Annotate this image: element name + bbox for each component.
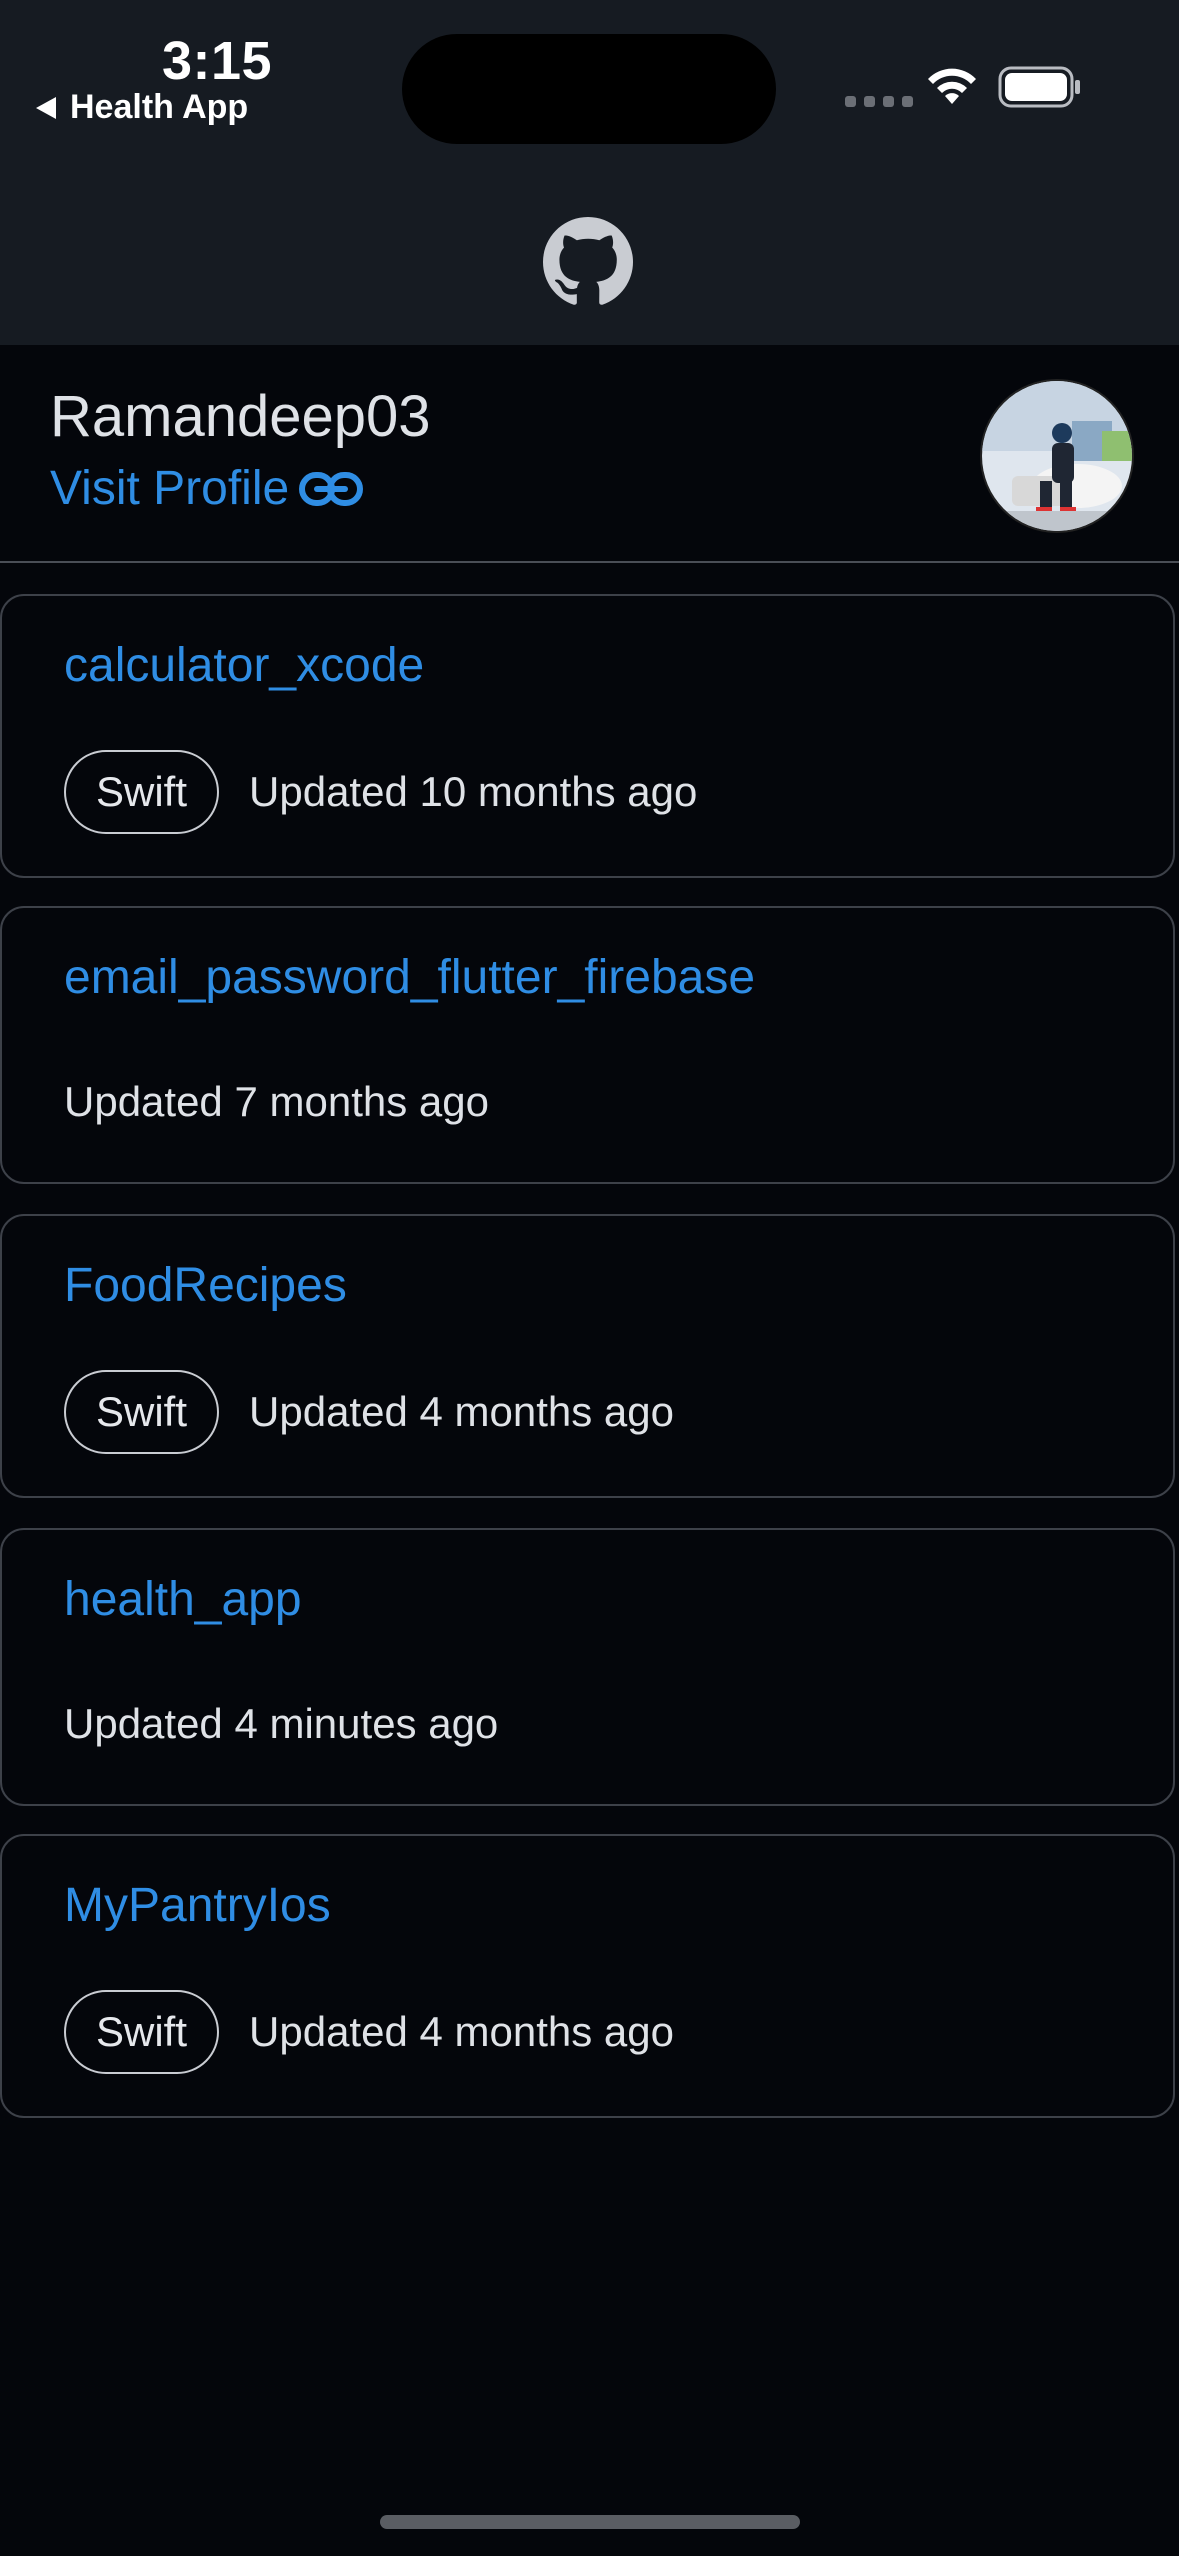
visit-profile-label: Visit Profile xyxy=(50,462,290,515)
repo-name[interactable]: FoodRecipes xyxy=(64,1258,347,1313)
repo-card[interactable]: email_password_flutter_firebase Updated … xyxy=(0,906,1175,1184)
repo-meta: Swift Updated 4 months ago xyxy=(64,1370,674,1454)
repo-meta: Updated 4 minutes ago xyxy=(64,1700,498,1748)
cellular-signal-icon xyxy=(845,96,913,107)
repo-updated: Updated 4 minutes ago xyxy=(64,1700,499,1747)
repo-updated: Updated 7 months ago xyxy=(64,1078,489,1125)
dynamic-island xyxy=(402,34,776,144)
username: Ramandeep03 xyxy=(50,384,431,449)
github-icon xyxy=(543,217,633,305)
profile-header: Ramandeep03 Visit Profile xyxy=(0,345,1179,563)
repo-card[interactable]: FoodRecipes Swift Updated 4 months ago xyxy=(0,1214,1175,1498)
repo-name[interactable]: MyPantryIos xyxy=(64,1878,331,1933)
repo-card[interactable]: calculator_xcode Swift Updated 10 months… xyxy=(0,594,1175,878)
back-arrow-icon xyxy=(36,96,56,119)
repo-card[interactable]: MyPantryIos Swift Updated 4 months ago xyxy=(0,1834,1175,2118)
top-bar: 3:15 Health App xyxy=(0,0,1179,345)
repo-updated: Updated 10 months ago xyxy=(249,768,698,815)
visit-profile-link[interactable]: Visit Profile xyxy=(50,461,364,516)
repo-updated: Updated 4 months ago xyxy=(249,2008,674,2055)
repo-meta: Updated 7 months ago xyxy=(64,1078,489,1126)
language-badge: Swift xyxy=(64,750,220,834)
status-time: 3:15 xyxy=(162,31,273,91)
avatar[interactable] xyxy=(980,379,1134,533)
repo-card[interactable]: health_app Updated 4 minutes ago xyxy=(0,1528,1175,1806)
language-badge: Swift xyxy=(64,1370,220,1454)
battery-icon xyxy=(998,66,1080,108)
back-to-app-link[interactable]: Health App xyxy=(36,88,248,127)
link-icon xyxy=(299,471,364,506)
repo-meta: Swift Updated 10 months ago xyxy=(64,750,697,834)
back-app-label: Health App xyxy=(70,88,249,126)
repo-name[interactable]: email_password_flutter_firebase xyxy=(64,950,755,1005)
home-indicator[interactable] xyxy=(380,2515,800,2529)
repo-meta: Swift Updated 4 months ago xyxy=(64,1990,674,2074)
repo-updated: Updated 4 months ago xyxy=(249,1388,674,1435)
language-badge: Swift xyxy=(64,1990,220,2074)
wifi-icon xyxy=(928,68,976,104)
repo-name[interactable]: health_app xyxy=(64,1572,302,1627)
repo-name[interactable]: calculator_xcode xyxy=(64,638,424,693)
